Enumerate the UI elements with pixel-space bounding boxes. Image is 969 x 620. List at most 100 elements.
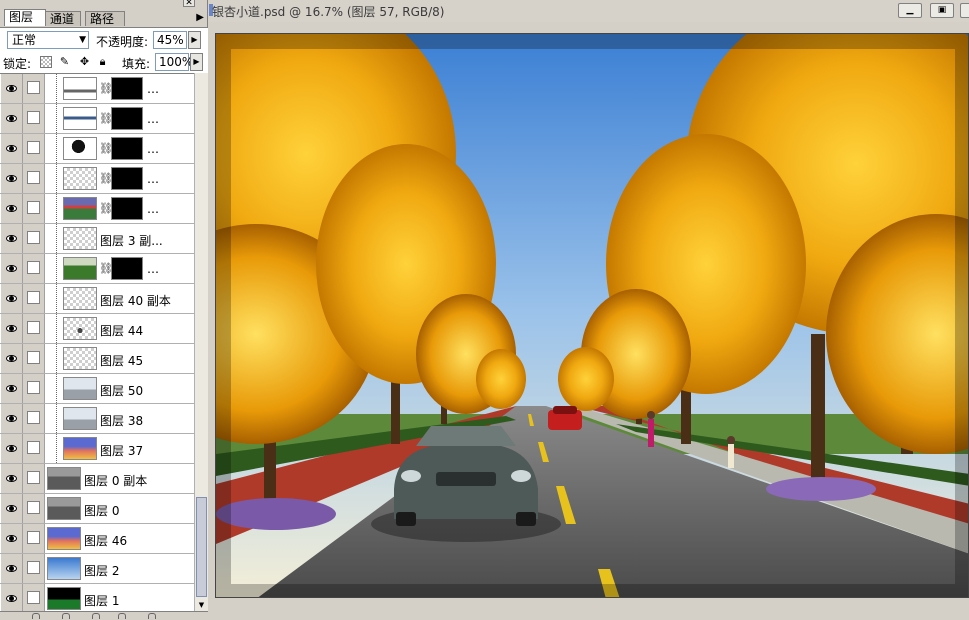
- layer-name[interactable]: 图层 46: [84, 532, 127, 549]
- scrollbar-thumb[interactable]: [196, 497, 207, 597]
- layer-mask-thumbnail[interactable]: [111, 257, 143, 280]
- layer-link-toggle[interactable]: [23, 104, 45, 133]
- layer-mask-thumbnail[interactable]: [111, 167, 143, 190]
- visibility-eye-icon[interactable]: [1, 524, 23, 553]
- layer-link-toggle[interactable]: [23, 344, 45, 373]
- layer-row[interactable]: ⛓…: [0, 104, 194, 134]
- layer-thumbnail[interactable]: [47, 467, 81, 490]
- opacity-input[interactable]: 45%: [153, 31, 187, 49]
- layer-link-toggle[interactable]: [23, 434, 45, 463]
- tab-paths[interactable]: 路径: [85, 11, 125, 26]
- layer-row[interactable]: 图层 38: [0, 404, 194, 434]
- layer-name[interactable]: …: [147, 82, 159, 96]
- layer-name[interactable]: …: [147, 112, 159, 126]
- layer-link-toggle[interactable]: [23, 74, 45, 103]
- visibility-eye-icon[interactable]: [1, 344, 23, 373]
- lock-paint-icon[interactable]: ✎: [58, 55, 71, 68]
- layer-thumbnail[interactable]: [63, 377, 97, 400]
- layer-link-toggle[interactable]: [23, 554, 45, 583]
- add-mask-icon[interactable]: [92, 613, 100, 619]
- layer-name[interactable]: 图层 38: [100, 412, 143, 429]
- blend-mode-select[interactable]: 正常 ▼: [7, 31, 89, 49]
- minimize-button[interactable]: ▁: [898, 3, 922, 18]
- visibility-eye-icon[interactable]: [1, 134, 23, 163]
- layer-row[interactable]: 图层 0: [0, 494, 194, 524]
- image-canvas[interactable]: [215, 33, 969, 598]
- layer-thumbnail[interactable]: [63, 137, 97, 160]
- layer-link-toggle[interactable]: [23, 584, 45, 612]
- restore-button[interactable]: ▣: [930, 3, 954, 18]
- layer-link-toggle[interactable]: [23, 224, 45, 253]
- layer-thumbnail[interactable]: [63, 227, 97, 250]
- layer-name[interactable]: 图层 44: [100, 322, 143, 339]
- visibility-eye-icon[interactable]: [1, 434, 23, 463]
- scroll-down-icon[interactable]: ▼: [196, 600, 207, 610]
- layer-link-toggle[interactable]: [23, 134, 45, 163]
- layer-thumbnail[interactable]: [63, 317, 97, 340]
- layer-thumbnail[interactable]: [47, 497, 81, 520]
- layer-link-toggle[interactable]: [23, 404, 45, 433]
- layer-mask-thumbnail[interactable]: [111, 197, 143, 220]
- visibility-eye-icon[interactable]: [1, 224, 23, 253]
- layer-thumbnail[interactable]: [63, 287, 97, 310]
- adjustment-layer-icon[interactable]: [118, 613, 126, 619]
- layer-row[interactable]: 图层 37: [0, 434, 194, 464]
- layer-row[interactable]: 图层 2: [0, 554, 194, 584]
- visibility-eye-icon[interactable]: [1, 284, 23, 313]
- layer-thumbnail[interactable]: [47, 527, 81, 550]
- visibility-eye-icon[interactable]: [1, 494, 23, 523]
- visibility-eye-icon[interactable]: [1, 104, 23, 133]
- layer-link-toggle[interactable]: [23, 284, 45, 313]
- layer-thumbnail[interactable]: [63, 347, 97, 370]
- layer-link-toggle[interactable]: [23, 374, 45, 403]
- panel-close-button[interactable]: ✕: [183, 0, 195, 8]
- layer-row[interactable]: ⛓…: [0, 134, 194, 164]
- layer-row[interactable]: 图层 40 副本: [0, 284, 194, 314]
- layer-thumbnail[interactable]: [63, 197, 97, 220]
- visibility-eye-icon[interactable]: [1, 74, 23, 103]
- layer-row[interactable]: 图层 0 副本: [0, 464, 194, 494]
- layer-row[interactable]: 图层 50: [0, 374, 194, 404]
- layer-thumbnail[interactable]: [47, 587, 81, 610]
- layer-name[interactable]: 图层 2: [84, 562, 119, 579]
- layer-mask-thumbnail[interactable]: [111, 77, 143, 100]
- layer-thumbnail[interactable]: [63, 407, 97, 430]
- layer-row[interactable]: 图层 1: [0, 584, 194, 612]
- layer-mask-thumbnail[interactable]: [111, 137, 143, 160]
- document-titlebar[interactable]: 银杏小道.psd @ 16.7% (图层 57, RGB/8) ▁ ▣: [208, 0, 969, 22]
- layer-row[interactable]: 图层 44: [0, 314, 194, 344]
- layer-name[interactable]: 图层 0 副本: [84, 472, 147, 489]
- layer-style-icon[interactable]: [62, 613, 70, 619]
- layer-link-toggle[interactable]: [23, 254, 45, 283]
- layer-row[interactable]: ⛓…: [0, 74, 194, 104]
- opacity-slider-button[interactable]: ▶: [188, 31, 201, 49]
- layer-name[interactable]: …: [147, 172, 159, 186]
- fill-slider-button[interactable]: ▶: [190, 53, 203, 71]
- visibility-eye-icon[interactable]: [1, 584, 23, 612]
- layer-name[interactable]: 图层 37: [100, 442, 143, 459]
- visibility-eye-icon[interactable]: [1, 314, 23, 343]
- layer-name[interactable]: 图层 1: [84, 592, 119, 609]
- layer-link-toggle[interactable]: [23, 194, 45, 223]
- layers-scrollbar[interactable]: ▼: [194, 73, 208, 611]
- visibility-eye-icon[interactable]: [1, 164, 23, 193]
- layer-name[interactable]: 图层 3 副...: [100, 232, 163, 249]
- visibility-eye-icon[interactable]: [1, 374, 23, 403]
- layer-row[interactable]: 图层 45: [0, 344, 194, 374]
- fill-input[interactable]: 100%: [155, 53, 193, 71]
- link-layers-icon[interactable]: [32, 613, 40, 619]
- visibility-eye-icon[interactable]: [1, 404, 23, 433]
- visibility-eye-icon[interactable]: [1, 254, 23, 283]
- layer-name[interactable]: 图层 40 副本: [100, 292, 171, 309]
- layer-link-toggle[interactable]: [23, 164, 45, 193]
- layer-name[interactable]: …: [147, 142, 159, 156]
- visibility-eye-icon[interactable]: [1, 554, 23, 583]
- layer-row[interactable]: 图层 46: [0, 524, 194, 554]
- new-group-icon[interactable]: [148, 613, 156, 619]
- tab-channels[interactable]: 通道: [45, 11, 81, 26]
- layer-thumbnail[interactable]: [47, 557, 81, 580]
- layer-thumbnail[interactable]: [63, 77, 97, 100]
- panel-menu-icon[interactable]: ▶: [196, 12, 204, 23]
- layer-row[interactable]: ⛓…: [0, 194, 194, 224]
- lock-all-icon[interactable]: 🔒︎: [96, 55, 109, 68]
